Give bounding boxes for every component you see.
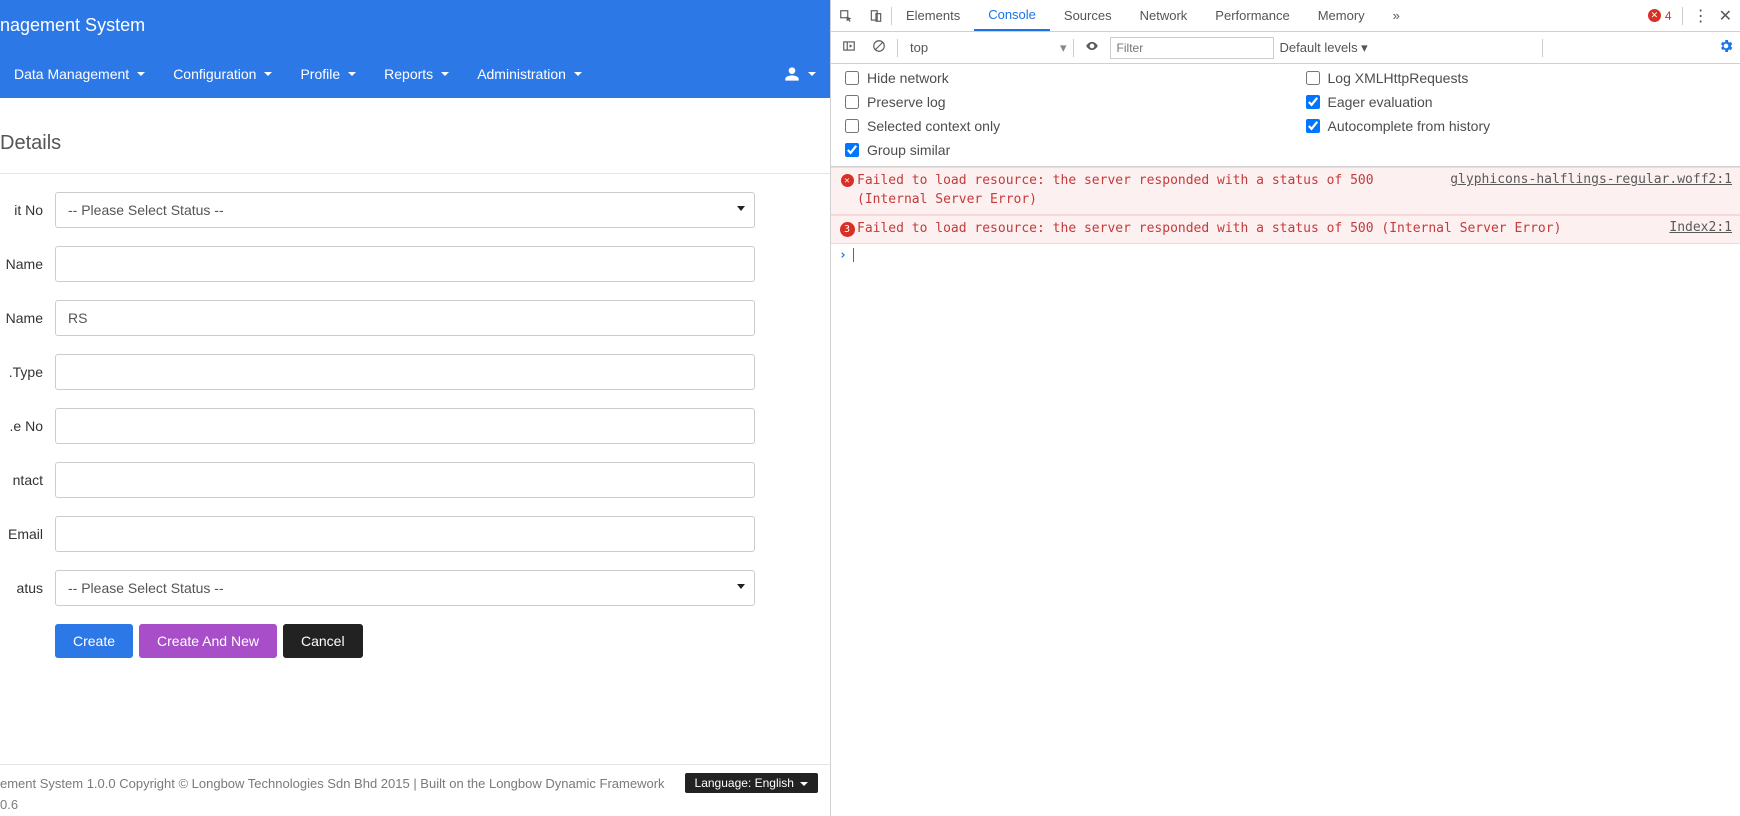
input-license-type[interactable] <box>55 354 755 390</box>
console-output: ✕ Failed to load resource: the server re… <box>831 167 1740 816</box>
web-app: nagement System Data Management Configur… <box>0 0 830 816</box>
opt-selected-ctx[interactable]: Selected context only <box>845 118 1266 134</box>
clear-console-icon[interactable] <box>867 39 891 56</box>
select-unit-no[interactable] <box>55 192 755 228</box>
gear-icon[interactable] <box>1718 38 1734 57</box>
opt-group-similar[interactable]: Group similar <box>845 142 1266 158</box>
input-email[interactable] <box>55 516 755 552</box>
button-row: Create Create And New Cancel <box>55 624 830 658</box>
nav-administration[interactable]: Administration <box>463 66 596 82</box>
console-input[interactable]: › <box>831 244 1740 267</box>
user-icon <box>784 66 800 82</box>
console-error-row[interactable]: ✕ Failed to load resource: the server re… <box>831 167 1740 215</box>
input-name[interactable] <box>55 246 755 282</box>
input-short-name[interactable] <box>55 300 755 336</box>
prompt-caret-icon: › <box>839 248 847 263</box>
select-status[interactable] <box>55 570 755 606</box>
console-source-link[interactable]: Index2:1 <box>1669 220 1732 235</box>
error-icon: ✕ <box>841 174 854 187</box>
label-unit-no: it No <box>0 202 55 218</box>
console-message: Failed to load resource: the server resp… <box>857 172 1438 210</box>
tab-network[interactable]: Network <box>1126 0 1202 31</box>
cancel-button[interactable]: Cancel <box>283 624 363 658</box>
label-short-name: Name <box>0 310 55 326</box>
tab-memory[interactable]: Memory <box>1304 0 1379 31</box>
device-toggle-icon[interactable] <box>861 0 891 31</box>
nav-data-management[interactable]: Data Management <box>0 66 159 82</box>
label-license-no: e No. <box>0 418 55 434</box>
nav-profile[interactable]: Profile <box>286 66 370 82</box>
error-count-icon: 3 <box>840 222 855 237</box>
tab-elements[interactable]: Elements <box>892 0 974 31</box>
app-footer: ement System 1.0.0 Copyright © Longbow T… <box>0 764 830 816</box>
tab-sources[interactable]: Sources <box>1050 0 1126 31</box>
form-area: Details it No Name Name Type. e No. ntac… <box>0 98 830 764</box>
console-filter-input[interactable] <box>1110 37 1274 59</box>
console-message: Failed to load resource: the server resp… <box>857 220 1657 239</box>
devtools-panel: Elements Console Sources Network Perform… <box>830 0 1740 816</box>
devtools-tabs: Elements Console Sources Network Perform… <box>831 0 1740 32</box>
tab-performance[interactable]: Performance <box>1201 0 1303 31</box>
inspect-element-icon[interactable] <box>831 0 861 31</box>
main-nav: Data Management Configuration Profile Re… <box>0 50 830 98</box>
input-contact[interactable] <box>55 462 755 498</box>
label-license-type: Type. <box>0 364 55 380</box>
input-license-no[interactable] <box>55 408 755 444</box>
console-settings: Hide network Log XMLHttpRequests Preserv… <box>831 64 1740 167</box>
live-expression-icon[interactable] <box>1080 39 1104 56</box>
footer-version: 0.6 <box>0 797 830 812</box>
tabs-overflow[interactable]: » <box>1379 0 1414 31</box>
devtools-menu-icon[interactable]: ⋮ <box>1693 6 1709 26</box>
app-title-bar: nagement System <box>0 0 830 50</box>
label-status: atus <box>0 580 55 596</box>
create-and-new-button[interactable]: Create And New <box>139 624 277 658</box>
nav-reports[interactable]: Reports <box>370 66 463 82</box>
opt-log-xhr[interactable]: Log XMLHttpRequests <box>1306 70 1727 86</box>
nav-configuration[interactable]: Configuration <box>159 66 286 82</box>
divider <box>0 173 830 174</box>
opt-preserve-log[interactable]: Preserve log <box>845 94 1266 110</box>
log-level-selector[interactable]: Default levels ▾ <box>1280 40 1368 56</box>
language-selector[interactable]: Language: English <box>685 773 818 793</box>
footer-text: ement System 1.0.0 Copyright © Longbow T… <box>0 776 665 791</box>
console-error-row[interactable]: 3 Failed to load resource: the server re… <box>831 215 1740 244</box>
opt-autocomplete[interactable]: Autocomplete from history <box>1306 118 1727 134</box>
section-title: Details <box>0 118 830 173</box>
label-name: Name <box>0 256 55 272</box>
label-contact: ntact <box>0 472 55 488</box>
tab-console[interactable]: Console <box>974 0 1050 31</box>
label-email: Email <box>0 526 55 542</box>
opt-eager-eval[interactable]: Eager evaluation <box>1306 94 1727 110</box>
context-selector[interactable]: top <box>904 38 1054 57</box>
user-menu[interactable] <box>770 66 830 82</box>
error-count-badge[interactable]: ✕ 4 <box>1648 9 1672 23</box>
create-button[interactable]: Create <box>55 624 133 658</box>
text-cursor <box>853 248 854 262</box>
sidebar-toggle-icon[interactable] <box>837 39 861 56</box>
error-icon: ✕ <box>1648 9 1661 22</box>
close-icon[interactable]: ✕ <box>1719 6 1732 26</box>
console-source-link[interactable]: glyphicons-halflings-regular.woff2:1 <box>1450 172 1732 187</box>
console-toolbar: top ▾ Default levels ▾ <box>831 32 1740 64</box>
opt-hide-network[interactable]: Hide network <box>845 70 1266 86</box>
app-title: nagement System <box>0 15 145 36</box>
